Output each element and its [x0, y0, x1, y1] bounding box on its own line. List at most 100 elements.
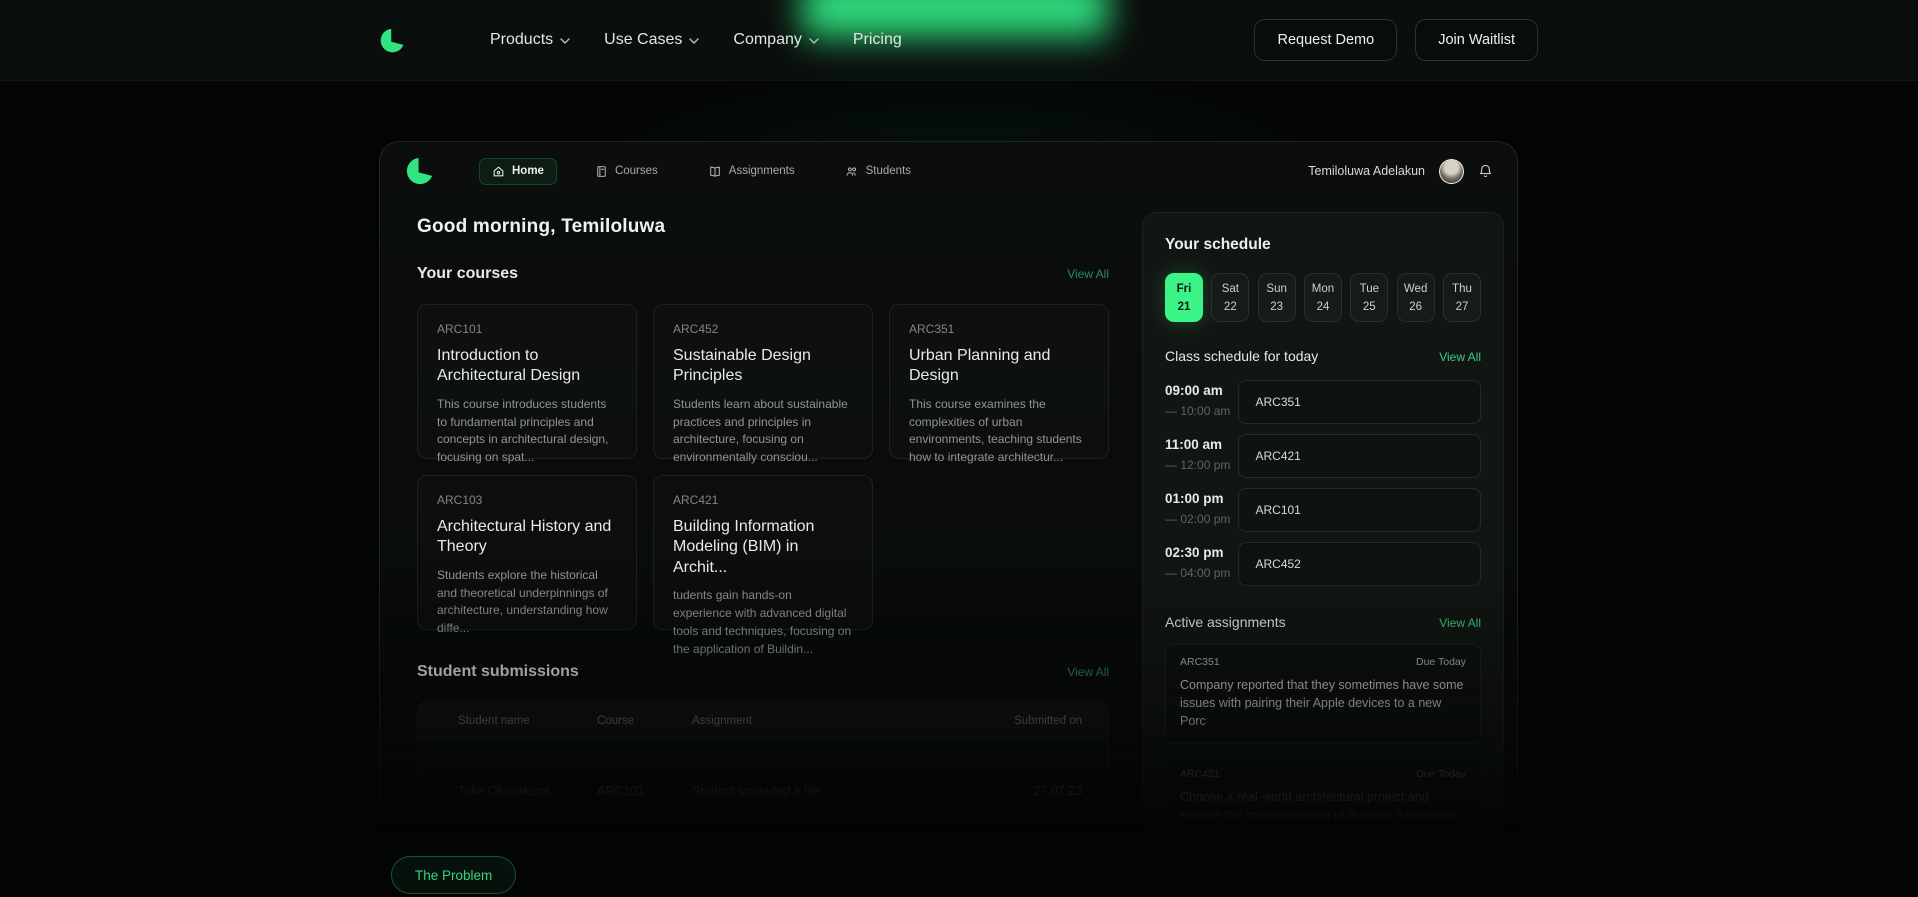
day-name: Wed: [1404, 283, 1427, 295]
class-card[interactable]: ARC452: [1238, 542, 1481, 586]
day-date: 24: [1317, 301, 1330, 313]
user-area: Temiloluwa Adelakun: [1308, 159, 1493, 184]
class-schedule-row: 01:00 pm — 02:00 pm ARC101: [1165, 488, 1481, 532]
time-end: — 10:00 am: [1165, 404, 1238, 418]
the-problem-section-pill[interactable]: The Problem: [391, 856, 516, 894]
nav-item-label: Products: [490, 31, 553, 49]
class-card[interactable]: ARC421: [1238, 434, 1481, 478]
time-block: 09:00 am — 10:00 am: [1165, 380, 1238, 418]
tab-label: Home: [512, 165, 544, 177]
day-date: 27: [1456, 301, 1469, 313]
day-cell-fri[interactable]: Fri 21: [1165, 273, 1203, 322]
day-cell-sun[interactable]: Sun 23: [1258, 273, 1296, 322]
time-start: 09:00 am: [1165, 383, 1238, 398]
table-row[interactable]: Toke Oluwakemi ARC101 Student uploaded a…: [418, 840, 1108, 856]
submissions-view-all-link[interactable]: View All: [1067, 665, 1109, 679]
day-name: Sun: [1266, 283, 1286, 295]
assignment-course-code: ARC351: [1180, 656, 1220, 668]
day-cell-thu[interactable]: Thu 27: [1443, 273, 1481, 322]
nav-item-products[interactable]: Products: [490, 31, 570, 49]
course-description: Students learn about sustainable practic…: [673, 396, 853, 467]
nav-item-label: Pricing: [853, 31, 902, 49]
book-icon: [595, 165, 608, 178]
cell-student-name: Toke Oluwakemi: [458, 784, 597, 798]
course-grid: ARC101 Introduction to Architectural Des…: [417, 304, 1109, 630]
brand-logo-icon[interactable]: [379, 27, 406, 54]
course-card[interactable]: ARC421 Building Information Modeling (BI…: [653, 475, 873, 630]
cell-course: ARC101: [597, 784, 692, 798]
courses-view-all-link[interactable]: View All: [1067, 267, 1109, 281]
nav-item-company[interactable]: Company: [733, 31, 818, 49]
app-logo-icon[interactable]: [405, 156, 435, 186]
dashboard-header: Home Courses Assignments: [380, 142, 1517, 192]
assignment-course-code: ARC421: [1180, 768, 1220, 780]
course-card[interactable]: ARC103 Architectural History and Theory …: [417, 475, 637, 630]
course-code: ARC351: [909, 322, 1089, 336]
day-cell-tue[interactable]: Tue 25: [1350, 273, 1388, 322]
course-title: Urban Planning and Design: [909, 346, 1089, 387]
course-code: ARC103: [437, 493, 617, 507]
nav-item-label: Company: [733, 31, 801, 49]
tab-students[interactable]: Students: [833, 159, 923, 184]
notifications-bell-icon[interactable]: [1478, 163, 1493, 179]
course-code: ARC421: [673, 493, 853, 507]
course-description: This course introduces students to funda…: [437, 396, 617, 467]
course-card[interactable]: ARC101 Introduction to Architectural Des…: [417, 304, 637, 459]
assignment-text: Choose a real-world architectural projec…: [1180, 789, 1466, 856]
tab-assignments[interactable]: Assignments: [696, 159, 807, 184]
assignment-due-badge: Due Today: [1416, 768, 1466, 780]
day-cell-sat[interactable]: Sat 22: [1211, 273, 1249, 322]
submissions-table-header: Student name Course Assignment Submitted…: [418, 702, 1108, 740]
request-demo-button[interactable]: Request Demo: [1254, 19, 1397, 61]
class-card[interactable]: ARC351: [1238, 380, 1481, 424]
day-cell-wed[interactable]: Wed 26: [1397, 273, 1435, 322]
day-name: Mon: [1312, 283, 1334, 295]
course-card[interactable]: ARC452 Sustainable Design Principles Stu…: [653, 304, 873, 459]
time-block: 11:00 am — 12:00 pm: [1165, 434, 1238, 472]
cell-assignment: Student uploaded a file: [692, 784, 972, 798]
time-block: 02:30 pm — 04:00 pm: [1165, 542, 1238, 580]
courses-section-title: Your courses: [417, 265, 518, 283]
class-schedule-view-all-link[interactable]: View All: [1439, 350, 1481, 364]
course-title: Sustainable Design Principles: [673, 346, 853, 387]
day-name: Sat: [1222, 283, 1239, 295]
assignments-view-all-link[interactable]: View All: [1439, 616, 1481, 630]
course-description: Students explore the historical and theo…: [437, 567, 617, 638]
day-date: 26: [1409, 301, 1422, 313]
assignment-card[interactable]: ARC421 Due Today Choose a real-world arc…: [1165, 756, 1481, 856]
dashboard-preview-panel: Home Courses Assignments: [379, 141, 1518, 856]
assignment-text: Company reported that they sometimes hav…: [1180, 677, 1466, 730]
tab-courses[interactable]: Courses: [583, 159, 670, 184]
nav-item-use-cases[interactable]: Use Cases: [604, 31, 699, 49]
assignments-section-title: Active assignments: [1165, 614, 1286, 630]
schedule-panel: Your schedule Fri 21 Sat 22 Sun 23 Mon 2…: [1142, 212, 1504, 852]
chevron-down-icon: [809, 38, 819, 44]
day-cell-mon[interactable]: Mon 24: [1304, 273, 1342, 322]
course-code: ARC101: [437, 322, 617, 336]
tab-home[interactable]: Home: [479, 158, 557, 185]
nav-actions: Request Demo Join Waitlist: [1254, 19, 1538, 61]
class-card[interactable]: ARC101: [1238, 488, 1481, 532]
nav-item-pricing[interactable]: Pricing: [853, 31, 902, 49]
submissions-table: Student name Course Assignment Submitted…: [417, 701, 1109, 856]
user-avatar[interactable]: [1439, 159, 1464, 184]
assignment-card[interactable]: ARC351 Due Today Company reported that t…: [1165, 644, 1481, 744]
class-schedule-row: 09:00 am — 10:00 am ARC351: [1165, 380, 1481, 424]
course-card[interactable]: ARC351 Urban Planning and Design This co…: [889, 304, 1109, 459]
course-title: Building Information Modeling (BIM) in A…: [673, 517, 853, 578]
day-date: 25: [1363, 301, 1376, 313]
time-start: 01:00 pm: [1165, 491, 1238, 506]
schedule-title: Your schedule: [1165, 236, 1481, 254]
assignments-list: ARC351 Due Today Company reported that t…: [1165, 644, 1481, 856]
course-code: ARC452: [673, 322, 853, 336]
join-waitlist-button[interactable]: Join Waitlist: [1415, 19, 1538, 61]
column-header-course: Course: [597, 715, 692, 727]
column-header-submitted: Submitted on: [972, 715, 1082, 727]
user-name: Temiloluwa Adelakun: [1308, 164, 1425, 178]
course-title: Architectural History and Theory: [437, 517, 617, 558]
time-end: — 12:00 pm: [1165, 458, 1238, 472]
table-row[interactable]: Toke Oluwakemi ARC101 Student uploaded a…: [418, 740, 1108, 840]
course-description: tudents gain hands-on experience with ad…: [673, 587, 853, 658]
cell-submitted-on: 27.07.23: [972, 784, 1082, 798]
tab-label: Students: [866, 165, 911, 177]
